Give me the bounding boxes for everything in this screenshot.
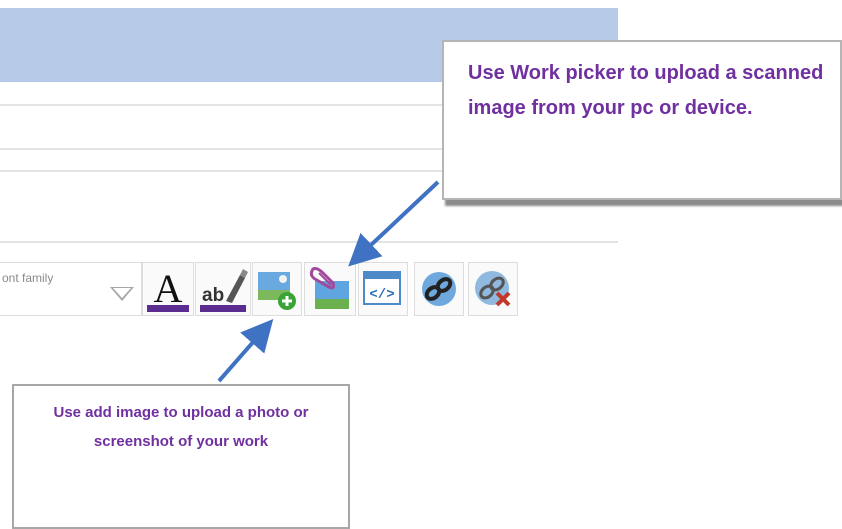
arrow-to-work-picker	[348, 180, 440, 267]
work-picker-callout: Use Work picker to upload a scanned imag…	[442, 40, 842, 200]
add-image-callout-text: Use add image to upload a photo or scree…	[53, 404, 309, 450]
add-image-callout: Use add image to upload a photo or scree…	[12, 384, 350, 529]
arrow-to-add-image	[217, 318, 274, 383]
work-picker-callout-text: Use Work picker to upload a scanned imag…	[468, 62, 824, 119]
